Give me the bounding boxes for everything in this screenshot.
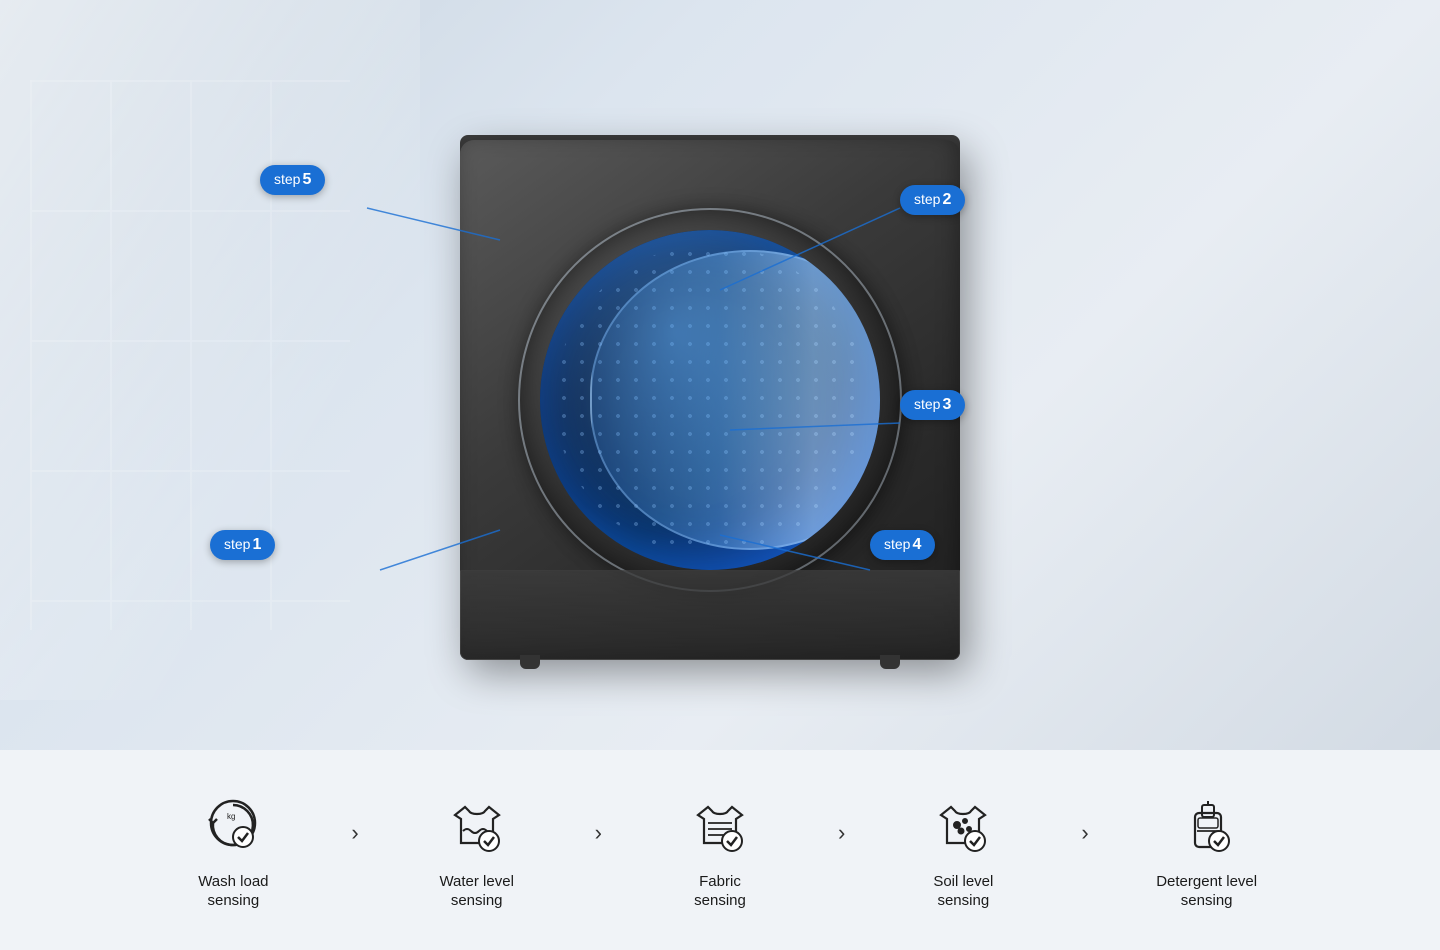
step-num-3: 3 <box>942 396 951 413</box>
sensing-item-fabric: Fabric sensing <box>610 790 830 911</box>
foot-right <box>880 655 900 669</box>
drum-glow <box>540 230 880 570</box>
washer-bottom <box>460 570 960 660</box>
sensing-bar: kg Wash load sensing › Water <box>0 750 1440 950</box>
fabric-svg <box>688 793 752 857</box>
step-num-1: 1 <box>252 536 261 553</box>
water-level-svg <box>445 793 509 857</box>
step-word-4: step <box>884 536 910 552</box>
step-num-4: 4 <box>912 536 921 553</box>
step-num-5: 5 <box>302 171 311 188</box>
sensing-item-wash-load: kg Wash load sensing <box>123 790 343 911</box>
step-badge-2: step2 <box>900 185 965 215</box>
foot-left <box>520 655 540 669</box>
water-level-icon <box>442 790 512 860</box>
arrow-1: › <box>351 820 358 846</box>
wash-load-svg: kg <box>201 793 265 857</box>
step-badge-4: step4 <box>870 530 935 560</box>
wash-load-icon: kg <box>198 790 268 860</box>
sensing-item-soil-level: Soil level sensing <box>853 790 1073 911</box>
door-frame <box>520 210 900 590</box>
detergent-level-label: Detergent level sensing <box>1156 872 1257 911</box>
washer-feet <box>480 655 940 669</box>
detergent-svg <box>1175 793 1239 857</box>
sensing-item-detergent: Detergent level sensing <box>1097 790 1317 911</box>
step-badge-1: step1 <box>210 530 275 560</box>
washer-machine: SAMSUNG Cotton 40 2 <box>380 80 1060 700</box>
step-badge-3: step3 <box>900 390 965 420</box>
step-word-3: step <box>914 396 940 412</box>
wash-load-label: Wash load sensing <box>198 872 268 911</box>
soil-level-icon <box>928 790 998 860</box>
soil-level-svg <box>931 793 995 857</box>
svg-text:kg: kg <box>227 812 235 821</box>
arrow-4: › <box>1081 820 1088 846</box>
step-badge-5: step5 <box>260 165 325 195</box>
main-scene: SAMSUNG Cotton 40 2 <box>0 30 1440 750</box>
fabric-label: Fabric sensing <box>694 872 746 911</box>
water-level-label: Water level sensing <box>439 872 513 911</box>
step-word-2: step <box>914 191 940 207</box>
step-word-1: step <box>224 536 250 552</box>
drum-interior <box>540 230 880 570</box>
arrow-3: › <box>838 820 845 846</box>
detergent-level-icon <box>1172 790 1242 860</box>
step-num-2: 2 <box>942 191 951 208</box>
step-word-5: step <box>274 171 300 187</box>
soil-level-label: Soil level sensing <box>933 872 993 911</box>
arrow-2: › <box>595 820 602 846</box>
sensing-item-water-level: Water level sensing <box>367 790 587 911</box>
fabric-icon <box>685 790 755 860</box>
